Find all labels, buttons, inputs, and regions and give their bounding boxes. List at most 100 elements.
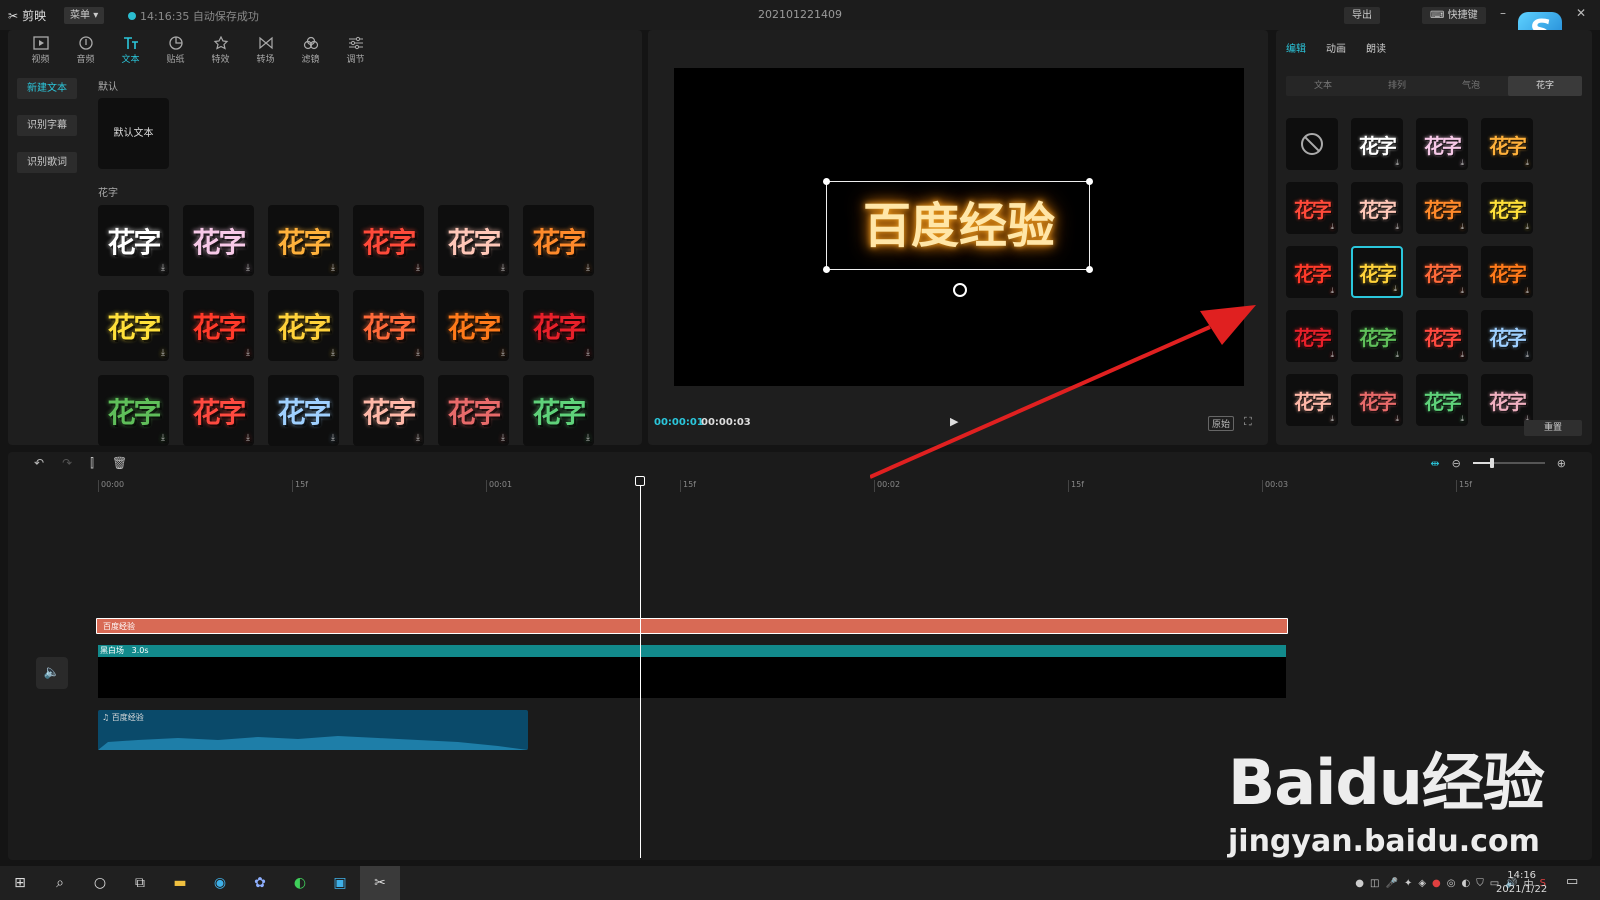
fancy-text-card[interactable]: 花字 ⤓ [523,205,594,276]
edge-browser-icon[interactable]: ◉ [200,866,240,900]
fancy-style-card[interactable]: 花字 ⤓ [1416,246,1468,298]
preview-canvas[interactable]: 百度经验 [674,68,1244,386]
tool-sticker[interactable]: 贴纸 [153,32,198,68]
split-icon[interactable]: ⫿ [90,456,94,471]
fancy-style-card[interactable]: 花字 ⤓ [1481,118,1533,170]
shortcut-button[interactable]: ⌨ 快捷键 [1422,7,1486,24]
download-icon[interactable]: ⤓ [1395,158,1399,168]
tool-text[interactable]: 文本 [108,32,153,68]
tool-transition[interactable]: 转场 [243,32,288,68]
fullscreen-icon[interactable]: ⛶ [1244,415,1252,429]
ratio-button[interactable]: 原始 [1208,416,1235,431]
download-icon[interactable]: ⤓ [1460,414,1464,424]
download-icon[interactable]: ⤓ [1395,414,1399,424]
download-icon[interactable]: ⤓ [1330,350,1334,360]
export-button[interactable]: 导出 [1344,7,1380,24]
tray-icon[interactable]: ● [1432,878,1441,889]
windows-start-icon[interactable]: ⊞ [0,866,40,900]
fancy-text-card[interactable]: 花字 ⤓ [438,205,509,276]
tool-filter[interactable]: 滤镜 [288,32,333,68]
download-icon[interactable]: ⤓ [161,263,165,273]
fancy-text-card[interactable]: 花字 ⤓ [183,290,254,361]
snap-icon[interactable]: ⇹ [1430,457,1439,470]
zoom-slider[interactable] [1472,458,1545,468]
task-view-icon[interactable]: ⧉ [120,866,160,900]
fancy-style-card[interactable]: 花字 ⤓ [1286,246,1338,298]
download-icon[interactable]: ⤓ [331,433,335,443]
fancy-style-card[interactable]: 花字 ⤓ [1416,118,1468,170]
tool-audio[interactable]: 音频 [63,32,108,68]
taskbar-clock[interactable]: 14:16 2021/1/22 [1496,869,1547,897]
tray-icon[interactable]: ◎ [1447,878,1456,889]
fancy-text-card[interactable]: 花字 ⤓ [268,205,339,276]
subtab-text[interactable]: 文本 [1286,76,1360,96]
cortana-icon[interactable]: ○ [80,866,120,900]
fancy-text-card[interactable]: 花字 ⤓ [268,375,339,446]
fancy-style-card[interactable]: 花字 ⤓ [1481,374,1533,426]
download-icon[interactable]: ⤓ [1525,158,1529,168]
fancy-style-card[interactable]: 花字 ⤓ [1286,182,1338,234]
download-icon[interactable]: ⤓ [1525,286,1529,296]
download-icon[interactable]: ⤓ [1525,222,1529,232]
recognize-lyrics-button[interactable]: 识别歌词 [17,152,77,173]
resize-handle[interactable] [823,266,830,273]
fancy-text-card[interactable]: 花字 ⤓ [98,375,169,446]
download-icon[interactable]: ⤓ [246,348,250,358]
download-icon[interactable]: ⤓ [246,263,250,273]
fancy-style-card[interactable]: 花字 ⤓ [1351,118,1403,170]
playhead[interactable] [640,478,641,858]
fancy-style-card[interactable]: 花字 ⤓ [1351,246,1403,298]
tray-icon[interactable]: ● [1355,878,1364,889]
rotate-handle-icon[interactable] [953,283,967,297]
download-icon[interactable]: ⤓ [586,433,590,443]
reset-button[interactable]: 重置 [1524,420,1582,436]
download-icon[interactable]: ⤓ [331,263,335,273]
fancy-text-card[interactable]: 花字 ⤓ [438,375,509,446]
fancy-text-card[interactable]: 花字 ⤓ [353,375,424,446]
mute-audio-icon[interactable]: 🔈 [36,657,68,689]
zoom-out-icon[interactable]: ⊖ [1452,457,1461,470]
delete-icon[interactable]: 🗑 [112,456,127,470]
download-icon[interactable]: ⤓ [1330,286,1334,296]
download-icon[interactable]: ⤓ [1393,284,1397,294]
fancy-text-card[interactable]: 花字 ⤓ [183,375,254,446]
download-icon[interactable]: ⤓ [1460,286,1464,296]
zoom-slider-handle[interactable] [1489,458,1494,468]
notification-icon[interactable]: ▭ [1566,874,1578,889]
fancy-style-card[interactable]: 花字 ⤓ [1481,310,1533,362]
fancy-text-card[interactable]: 花字 ⤓ [523,375,594,446]
fancy-text-card[interactable]: 花字 ⤓ [353,290,424,361]
tool-effects[interactable]: 特效 [198,32,243,68]
fancy-text-card[interactable]: 花字 ⤓ [353,205,424,276]
tray-icon[interactable]: ◫ [1370,878,1379,889]
fancy-style-card[interactable]: 花字 ⤓ [1416,310,1468,362]
fancy-style-card[interactable]: 花字 ⤓ [1286,310,1338,362]
download-icon[interactable]: ⤓ [586,263,590,273]
download-icon[interactable]: ⤓ [1460,222,1464,232]
download-icon[interactable]: ⤓ [161,433,165,443]
close-icon[interactable]: ✕ [1576,6,1586,20]
fancy-style-card[interactable]: 花字 ⤓ [1286,374,1338,426]
subtab-arrange[interactable]: 排列 [1360,76,1434,96]
fancy-text-card[interactable]: 花字 ⤓ [183,205,254,276]
download-icon[interactable]: ⤓ [246,433,250,443]
download-icon[interactable]: ⤓ [416,433,420,443]
wechat-icon[interactable]: ◐ [280,866,320,900]
download-icon[interactable]: ⤓ [1330,414,1334,424]
microphone-icon[interactable]: 🎤 [1385,878,1397,889]
time-ruler[interactable]: 00:00 15f 00:01 15f 00:02 15f 00:03 15f [8,480,1592,494]
play-icon[interactable]: ▶ [950,415,958,428]
text-selection-box[interactable]: 百度经验 [823,178,1093,273]
subtab-fancy[interactable]: 花字 [1508,76,1582,96]
search-icon[interactable]: ⌕ [40,866,80,900]
minimize-icon[interactable]: – [1500,6,1506,20]
tray-icon[interactable]: ✦ [1404,878,1412,889]
download-icon[interactable]: ⤓ [1460,158,1464,168]
fancy-style-card[interactable]: 花字 ⤓ [1416,374,1468,426]
download-icon[interactable]: ⤓ [416,348,420,358]
download-icon[interactable]: ⤓ [1395,222,1399,232]
file-explorer-icon[interactable]: ▬ [160,866,200,900]
fancy-style-card[interactable]: 花字 ⤓ [1481,182,1533,234]
playhead-handle[interactable] [635,476,645,486]
resize-handle[interactable] [823,178,830,185]
